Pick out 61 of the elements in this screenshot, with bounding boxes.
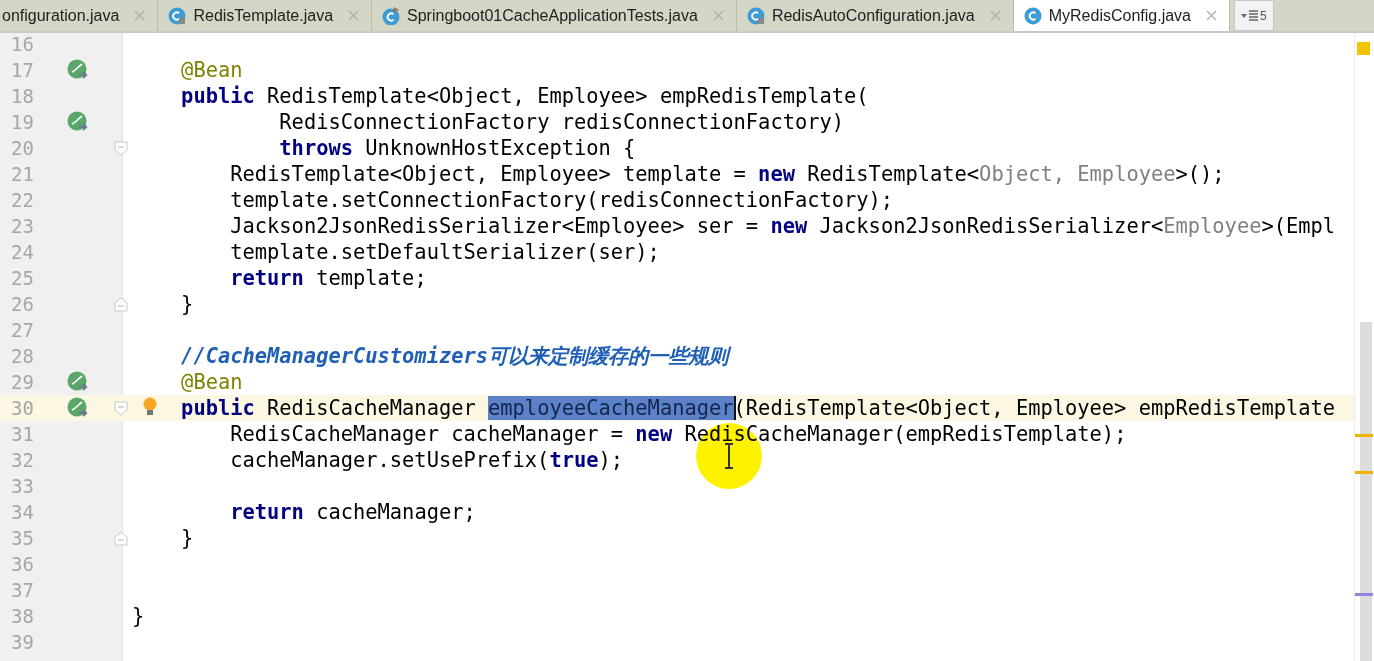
code-line: template.setConnectionFactory(redisConnectionFactory); [229,188,894,212]
line-number: 25 [10,267,34,289]
line-number: 32 [10,449,34,471]
code-line: RedisConnectionFactory redisConnectionFactory) [278,110,845,134]
editor-tab[interactable]: onfiguration.java [0,0,159,31]
close-icon [712,10,724,21]
code-line: } [180,292,194,316]
line-number: 21 [10,163,34,185]
editor-tab[interactable]: Springboot01CacheApplicationTests.java [372,0,737,31]
code-line: public RedisCacheManager employeeCacheManager(RedisTemplate<Object, Employee> empRedisTemplate [180,396,1336,420]
editor-tab[interactable]: RedisTemplate.java [158,0,373,31]
error-stripe-mark[interactable] [1355,471,1373,474]
line-number: 16 [10,33,34,55]
line-number: 24 [10,241,34,263]
code-line: @Bean [180,58,243,82]
close-icon [134,10,146,21]
code-line: cacheManager.setUsePrefix(true); [229,448,624,472]
line-number: 35 [10,527,34,549]
code-line: return cacheManager; [229,500,476,524]
error-stripe-mark[interactable] [1355,434,1373,437]
code-line: Jackson2JsonRedisSerializer<Employee> ser = new Jackson2JsonRedisSerializer<Employee>(Empl [229,214,1336,238]
line-number: 38 [10,605,34,627]
line-number: 29 [10,371,34,393]
close-icon [1206,10,1217,21]
line-number: 36 [10,553,34,575]
locked-class-icon [168,6,187,25]
line-number: 31 [10,423,34,445]
line-number: 26 [10,293,34,315]
error-stripe-mark[interactable] [1355,593,1373,596]
code-line: public RedisTemplate<Object, Employee> empRedisTemplate( [180,84,869,108]
line-number: 39 [10,631,34,653]
code-line: @Bean [180,370,243,394]
code-line: } [132,604,145,628]
list-icon [1241,9,1258,22]
close-icon [989,10,1001,21]
class-icon [1023,6,1042,25]
line-number: 19 [10,111,34,133]
line-number: 33 [10,475,34,497]
inspection-status-icon[interactable] [1357,42,1370,55]
line-number: 18 [10,85,34,107]
line-number: 34 [10,501,34,523]
line-number: 27 [10,319,34,341]
line-number: 17 [10,59,34,81]
line-number: 23 [10,215,34,237]
line-number: 37 [10,579,34,601]
code-line: } [180,526,194,550]
editor-tab[interactable]: RedisAutoConfiguration.java [736,0,1014,31]
code-line: throws UnknownHostException { [278,136,636,160]
code-line: template.setDefaultSerializer(ser); [229,240,660,264]
line-number: 20 [10,137,34,159]
test-class-icon [382,6,401,25]
scrollbar-thumb[interactable] [1360,322,1372,661]
code-line: return template; [229,266,427,290]
tab-overflow-button[interactable]: 5 [1234,0,1274,31]
close-icon [348,10,360,21]
line-number: 28 [10,345,34,367]
line-number: 30 [10,397,34,419]
line-number: 22 [10,189,34,211]
locked-class-icon [746,6,765,25]
editor-tab[interactable]: MyRedisConfig.java [1013,0,1230,31]
code-line: RedisTemplate<Object, Employee> template = new RedisTemplate<Object, Employee>(); [229,162,1225,186]
